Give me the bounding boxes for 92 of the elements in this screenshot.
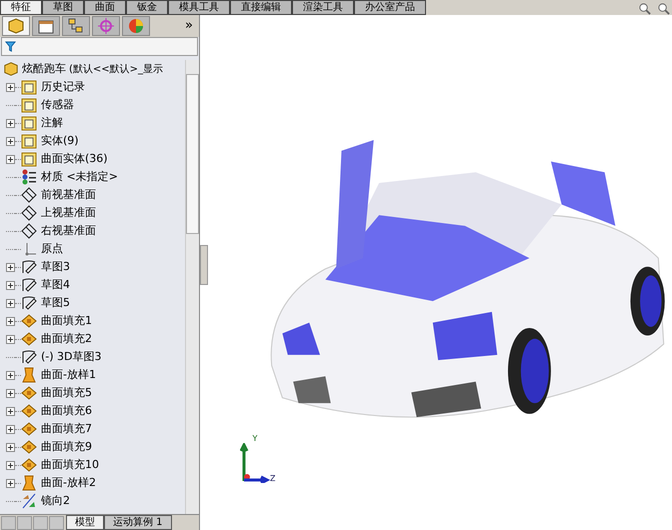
tree-item[interactable]: 传感器 [41, 96, 74, 114]
expand-toggle[interactable] [6, 136, 15, 146]
panel-tab[interactable] [32, 16, 60, 36]
scrollbar[interactable] [185, 60, 199, 514]
command-tab[interactable]: 直接编辑 [230, 0, 292, 15]
plane-icon [21, 223, 37, 239]
command-tab[interactable]: 钣金 [126, 0, 168, 15]
sketch-icon [21, 349, 37, 365]
panel-tab[interactable] [2, 16, 30, 36]
axis-triad-icon [240, 443, 270, 483]
sketch-icon [21, 259, 37, 275]
loft-icon [21, 367, 37, 383]
material-icon [21, 169, 37, 185]
bottom-tab[interactable]: 模型 [66, 515, 104, 530]
tree-item[interactable]: 实体(9) [41, 132, 79, 150]
surface-fill-icon [21, 385, 37, 401]
surface-fill-icon [21, 439, 37, 455]
expand-toggle[interactable] [6, 334, 15, 344]
tree-item[interactable]: 曲面填充6 [41, 402, 92, 420]
folder-icon [21, 97, 37, 113]
surface-fill-icon [21, 331, 37, 347]
tree-item[interactable]: 注解 [41, 114, 63, 132]
tree-item[interactable]: 草图5 [41, 294, 70, 312]
expand-toggle[interactable] [6, 262, 15, 272]
axis-label: Z [270, 475, 276, 483]
tree-item[interactable]: 曲面-放样1 [41, 366, 96, 384]
zoom-icon[interactable] [657, 2, 670, 15]
more-tabs-button[interactable]: » [185, 16, 197, 36]
bottom-tab[interactable]: 运动算例 1 [104, 515, 172, 530]
tree-item[interactable]: 右视基准面 [41, 222, 96, 240]
expand-toggle[interactable] [6, 280, 15, 290]
folder-icon [21, 133, 37, 149]
tree-item[interactable]: 曲面-放样2 [41, 474, 96, 492]
axis-label: Y [252, 435, 258, 443]
sketch-icon [21, 277, 37, 293]
tree-item[interactable]: 曲面填充10 [41, 456, 99, 474]
plane-icon [21, 205, 37, 221]
folder-icon [21, 151, 37, 167]
crosshair-icon [97, 17, 115, 35]
expand-toggle[interactable] [6, 316, 15, 326]
part-icon [3, 61, 19, 77]
tree-item[interactable]: 上视基准面 [41, 204, 96, 222]
filter-field[interactable] [1, 37, 198, 56]
color-wheel-icon [127, 17, 145, 35]
tree-item[interactable]: 镜向2 [41, 492, 70, 510]
command-tab[interactable]: 模具工具 [168, 0, 230, 15]
tree-item[interactable]: 草图3 [41, 258, 70, 276]
surface-fill-icon [21, 313, 37, 329]
expand-toggle[interactable] [6, 370, 15, 380]
surface-fill-icon [21, 403, 37, 419]
surface-fill-icon [21, 421, 37, 437]
part-name[interactable]: 炫酷跑车 [22, 60, 66, 78]
tree-item[interactable]: 草图4 [41, 276, 70, 294]
expand-toggle[interactable] [6, 118, 15, 128]
tree-item[interactable]: 曲面填充5 [41, 384, 92, 402]
expand-toggle[interactable] [6, 442, 15, 452]
expand-toggle[interactable] [6, 406, 15, 416]
tree-item[interactable]: 材质 <未指定> [41, 168, 118, 186]
folder-icon [21, 79, 37, 95]
expand-toggle[interactable] [6, 154, 15, 164]
command-tab[interactable]: 特征 [0, 0, 42, 15]
command-tab[interactable]: 草图 [42, 0, 84, 15]
expand-toggle[interactable] [6, 460, 15, 470]
tree-item[interactable]: 曲面填充2 [41, 330, 92, 348]
tree-item[interactable]: 原点 [41, 240, 63, 258]
surface-fill-icon [21, 457, 37, 473]
tree-icon [67, 17, 85, 35]
command-tab[interactable]: 办公室产品 [354, 0, 426, 15]
command-tab[interactable]: 渲染工具 [292, 0, 354, 15]
panel-tab[interactable] [62, 16, 90, 36]
configuration-label: (默认<<默认>_显示 [69, 62, 164, 76]
expand-toggle[interactable] [6, 478, 15, 488]
tree-item[interactable]: (-) 3D草图3 [41, 348, 102, 366]
tree-item[interactable]: 曲面填充1 [41, 312, 92, 330]
expand-toggle[interactable] [6, 298, 15, 308]
tree-item[interactable]: 曲面填充9 [41, 438, 92, 456]
expand-toggle[interactable] [6, 424, 15, 434]
sketch-icon [21, 295, 37, 311]
zoom-icon[interactable] [638, 2, 651, 15]
plane-icon [21, 187, 37, 203]
tree-item[interactable]: 前视基准面 [41, 186, 96, 204]
mirror-icon [21, 493, 37, 509]
tree-item[interactable]: 曲面填充7 [41, 420, 92, 438]
tree-item[interactable]: 曲面实体(36) [41, 150, 108, 168]
tree-item[interactable]: 历史记录 [41, 78, 85, 96]
loft-icon [21, 475, 37, 491]
expand-toggle[interactable] [6, 388, 15, 398]
expand-toggle[interactable] [6, 82, 15, 92]
folder-icon [21, 115, 37, 131]
filter-icon [5, 41, 16, 52]
command-tab[interactable]: 曲面 [84, 0, 126, 15]
part-icon [7, 17, 25, 35]
